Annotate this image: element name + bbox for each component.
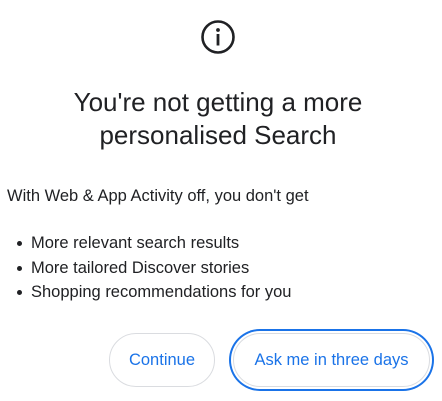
bullet-dot bbox=[17, 241, 22, 246]
list-item-label: Shopping recommendations for you bbox=[31, 283, 292, 301]
list-item: Shopping recommendations for you bbox=[14, 281, 292, 306]
info-circle-icon bbox=[200, 19, 236, 55]
bullet-dot bbox=[17, 265, 22, 271]
activity-off-dialog: You're not getting a more personalised S… bbox=[0, 0, 442, 401]
continue-button[interactable]: Continue bbox=[109, 333, 215, 387]
dialog-title: You're not getting a more personalised S… bbox=[73, 87, 363, 150]
missing-features-list: More relevant search results More tailor… bbox=[14, 232, 292, 306]
list-item-label: More relevant search results bbox=[31, 234, 240, 252]
list-item-label: More tailored Discover stories bbox=[31, 258, 250, 277]
list-item: More relevant search results bbox=[14, 232, 292, 257]
list-item: More tailored Discover stories bbox=[14, 257, 292, 282]
ask-later-button[interactable]: Ask me in three days bbox=[233, 333, 430, 387]
bullet-dot bbox=[17, 290, 22, 295]
intro-text: With Web & App Activity off, you don't g… bbox=[7, 187, 309, 205]
